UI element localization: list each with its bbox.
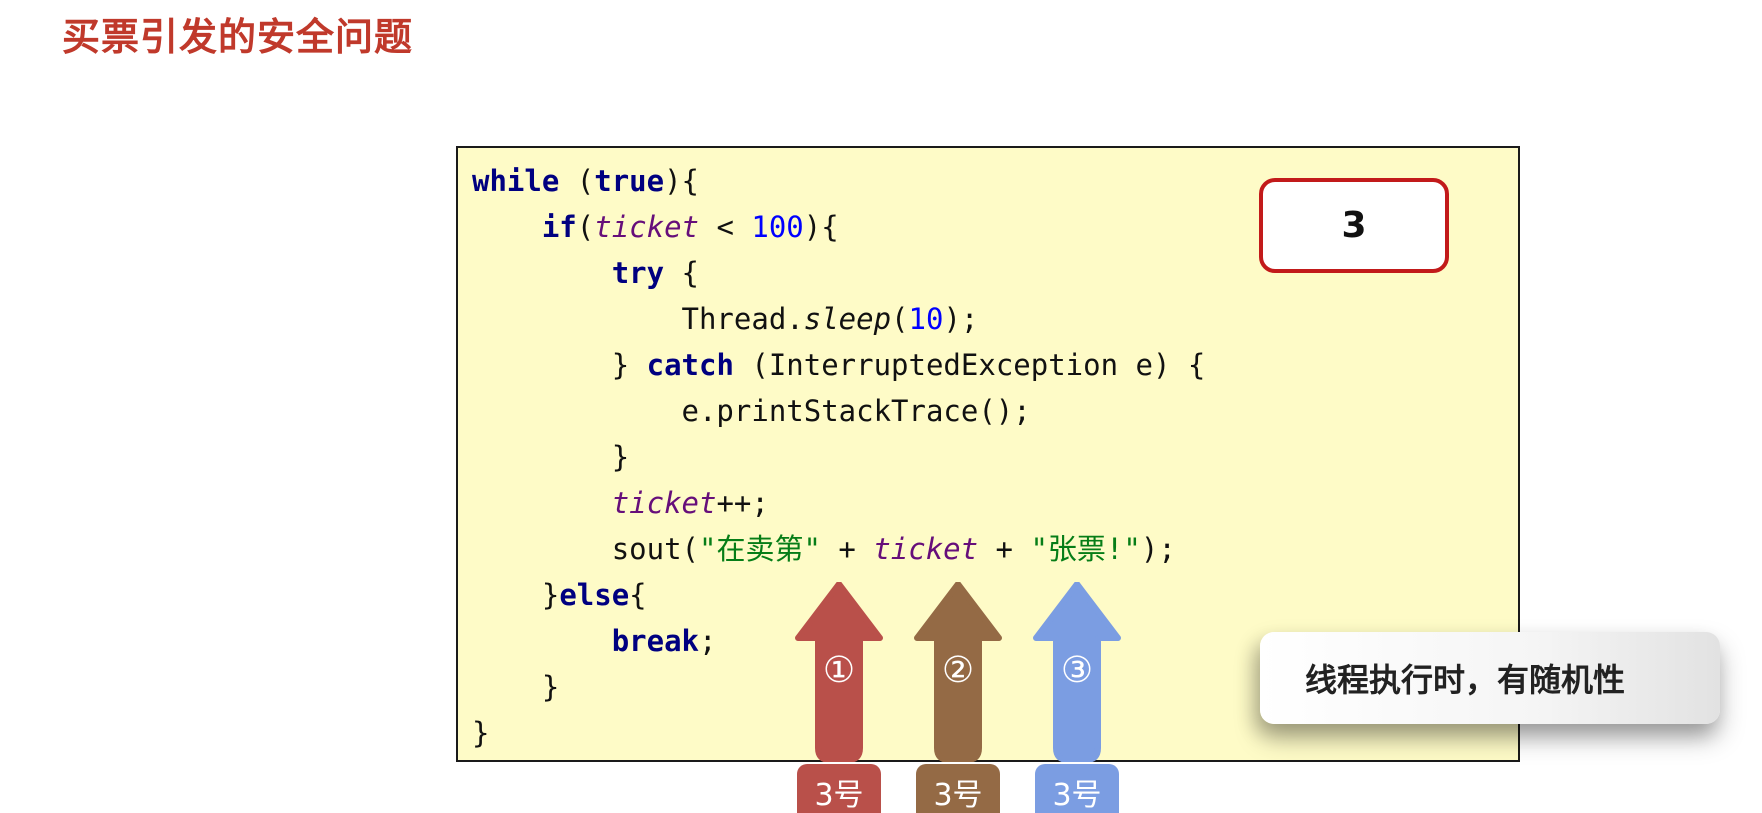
code-number: 10 <box>908 302 944 336</box>
thread-2-number: ② <box>941 650 975 691</box>
code-line-6: e.printStackTrace(); <box>472 388 1205 434</box>
code-text: } <box>611 440 630 474</box>
code-text: ( <box>576 210 595 244</box>
code-line-5: } catch (InterruptedException e) { <box>472 342 1206 388</box>
code-line-2: if(ticket < 100){ <box>472 204 1205 250</box>
code-text: < <box>699 210 752 244</box>
code-field: ticket <box>594 210 699 244</box>
code-text: ){ <box>803 210 839 244</box>
code-text: { <box>629 578 647 612</box>
code-text: sout( <box>611 532 699 566</box>
randomness-note: 线程执行时，有随机性 <box>1260 632 1720 724</box>
code-field: ticket <box>873 532 979 566</box>
code-keyword: true <box>594 164 665 198</box>
code-keyword: try <box>611 256 665 290</box>
thread-3-number: ③ <box>1060 650 1094 691</box>
code-line-3: try { <box>472 250 1205 296</box>
code-text: ( <box>559 164 595 198</box>
randomness-note-text: 线程执行时，有随机性 <box>1305 661 1626 699</box>
code-text: ); <box>1140 532 1176 566</box>
code-keyword: while <box>472 164 560 198</box>
code-method: sleep <box>803 302 892 336</box>
slide-title: 买票引发的安全问题 <box>62 15 414 59</box>
code-line-1: while (true){ <box>472 158 1205 204</box>
code-text: e.printStackTrace(); <box>681 394 1031 428</box>
ticket-counter-value: 3 <box>1341 205 1367 246</box>
code-string: "张票!" <box>1030 532 1141 566</box>
code-keyword: break <box>611 624 699 658</box>
thread-3-tag: 3号 <box>1035 764 1119 813</box>
code-text: + <box>820 532 874 566</box>
code-text: { <box>664 256 699 290</box>
code-text: } <box>541 670 560 704</box>
code-text: (InterruptedException e) { <box>733 348 1206 382</box>
code-text: } <box>472 716 490 750</box>
code-text: } <box>541 578 560 612</box>
code-number: 100 <box>751 210 804 244</box>
thread-1-number: ① <box>822 650 856 691</box>
code-line-8: ticket++; <box>472 480 1205 526</box>
thread-1-tag: 3号 <box>797 764 881 813</box>
code-text: ); <box>943 302 979 336</box>
code-text: ; <box>699 624 717 658</box>
code-text: ++; <box>716 486 769 520</box>
code-string: "在卖第" <box>699 532 821 566</box>
code-line-4: Thread.sleep(10); <box>472 296 1205 342</box>
code-keyword: if <box>541 210 577 244</box>
code-keyword: catch <box>646 348 734 382</box>
code-keyword: else <box>559 578 630 612</box>
thread-3-arrow: ③ <box>1032 582 1122 762</box>
code-text: + <box>978 532 1031 566</box>
code-text: ){ <box>664 164 699 198</box>
code-text: ( <box>891 302 909 336</box>
thread-1-arrow: ① <box>794 582 884 762</box>
code-line-7: } <box>472 434 1205 480</box>
ticket-counter-box: 3 <box>1259 178 1449 273</box>
code-text: Thread. <box>681 302 804 336</box>
thread-2-tag: 3号 <box>916 764 1000 813</box>
code-field: ticket <box>611 486 717 520</box>
code-text: } <box>611 348 647 382</box>
thread-2-arrow: ② <box>913 582 1003 762</box>
code-line-9: sout("在卖第" + ticket + "张票!"); <box>472 526 1205 572</box>
